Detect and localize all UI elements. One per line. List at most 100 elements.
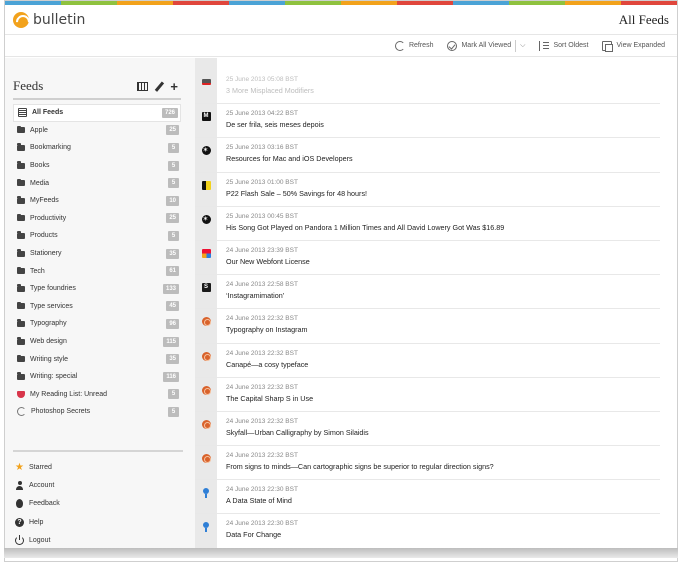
article-row[interactable]: 24 June 2013 22:32 BST The Capital Sharp …	[195, 377, 660, 412]
unread-count-badge: 61	[166, 266, 179, 277]
sidebar: Feeds + All Feeds 726 Apple 25 Bookmarki…	[5, 58, 195, 554]
feed-label: Bookmarking	[30, 144, 71, 152]
article-row[interactable]: 24 June 2013 22:32 BST From signs to mind…	[195, 446, 660, 481]
check-circle-icon	[447, 40, 458, 51]
sidebar-item-typography[interactable]: Typography 96	[13, 315, 181, 333]
feed-label: My Reading List: Unread	[30, 390, 108, 398]
article-row[interactable]: 24 June 2013 22:30 BST A Data State of Mi…	[195, 480, 660, 515]
article-title: ‘Instagramimation’	[226, 291, 285, 301]
nav-help[interactable]: ? Help	[13, 513, 181, 531]
sidebar-item-type-services[interactable]: Type services 45	[13, 298, 181, 316]
nav-label: Starred	[29, 463, 52, 471]
pin-source-icon	[203, 488, 209, 499]
article-date: 25 June 2013 04:22 BST	[226, 110, 298, 118]
folder-icon	[17, 161, 25, 169]
nav-feedback[interactable]: Feedback	[13, 495, 181, 513]
sort-oldest-button[interactable]: Sort Oldest	[539, 40, 589, 51]
unread-count-badge: 116	[163, 371, 179, 382]
feeds-title: Feeds	[13, 78, 44, 93]
article-row[interactable]: M 25 June 2013 04:22 BST De ser frila, se…	[195, 104, 660, 139]
help-icon: ?	[15, 517, 24, 527]
feed-label: Products	[30, 232, 58, 240]
unread-count-badge: 35	[166, 354, 179, 365]
unread-count-badge: 10	[166, 195, 179, 206]
sidebar-item-all-feeds[interactable]: All Feeds 726	[13, 104, 181, 122]
pencil-icon[interactable]	[154, 80, 164, 92]
article-title: Data For Change	[226, 530, 282, 540]
photoshop-secrets-icon	[17, 407, 26, 417]
type-source-icon	[201, 419, 211, 429]
sidebar-item-media[interactable]: Media 5	[13, 174, 181, 192]
sidebar-item-type-foundries[interactable]: Type foundries 133	[13, 280, 181, 298]
sidebar-item-apple[interactable]: Apple 25	[13, 122, 181, 140]
unread-count-badge: 25	[166, 125, 179, 136]
view-expanded-label: View Expanded	[616, 42, 665, 49]
type-source-icon	[201, 317, 211, 327]
sidebar-item-tech[interactable]: Tech 61	[13, 262, 181, 280]
sidebar-item-my-reading-list[interactable]: My Reading List: Unread 5	[13, 386, 181, 404]
folder-icon	[17, 213, 25, 222]
feed-label: Type foundries	[30, 285, 76, 293]
bottom-divider	[13, 450, 183, 452]
chevron-down-icon[interactable]: ⌵	[520, 42, 525, 50]
refresh-button[interactable]: Refresh	[394, 40, 434, 51]
article-row[interactable]: S 24 June 2013 22:58 BST ‘Instagramimatio…	[195, 275, 660, 310]
article-row[interactable]: 24 June 2013 22:32 BST Skyfall—Urban Call…	[195, 411, 660, 447]
unread-count-badge: 25	[166, 213, 179, 224]
logout-icon	[15, 535, 24, 546]
feed-label: Media	[30, 179, 50, 187]
refresh-label: Refresh	[408, 42, 434, 49]
mark-all-viewed-button[interactable]: Mark All Viewed ⌵	[447, 39, 525, 52]
article-title: P22 Flash Sale – 50% Savings for 48 hour…	[226, 188, 368, 198]
article-row[interactable]: 24 June 2013 22:32 BST Canapé—a cosy type…	[195, 343, 660, 378]
feed-label: MyFeeds	[30, 197, 59, 205]
s-source-icon: S	[201, 283, 211, 293]
view-expanded-button[interactable]: View Expanded	[602, 40, 665, 52]
folder-icon	[17, 196, 25, 204]
sidebar-item-photoshop-secrets[interactable]: Photoshop Secrets 5	[13, 403, 181, 421]
article-date: 24 June 2013 22:30 BST	[226, 520, 298, 528]
sidebar-item-myfeeds[interactable]: MyFeeds 10	[13, 192, 181, 210]
article-row[interactable]: 25 June 2013 05:08 BST 3 More Misplaced M…	[195, 70, 660, 105]
toolbar-separator	[515, 39, 517, 52]
sidebar-item-bookmarking[interactable]: Bookmarking 5	[13, 139, 181, 157]
sidebar-item-web-design[interactable]: Web design 115	[13, 333, 181, 351]
article-title: Our New Webfont License	[226, 256, 310, 266]
folder-icon	[17, 354, 25, 363]
sidebar-item-products[interactable]: Products 5	[13, 227, 181, 245]
sidebar-item-stationery[interactable]: Stationery 35	[13, 245, 181, 263]
folder-icon	[17, 143, 25, 151]
sidebar-item-writing-style[interactable]: Writing style 35	[13, 350, 181, 368]
sort-oldest-label: Sort Oldest	[553, 42, 589, 49]
article-row[interactable]: 25 June 2013 03:16 BST Resources for Mac …	[195, 138, 660, 173]
article-row[interactable]: 24 June 2013 23:39 BST Our New Webfont Li…	[195, 240, 660, 276]
sidebar-item-writing-special[interactable]: Writing: special 116	[13, 368, 181, 386]
nav-label: Help	[29, 518, 44, 526]
pin-source-icon	[203, 522, 209, 533]
sidebar-item-productivity[interactable]: Productivity 25	[13, 210, 181, 228]
article-row[interactable]: 25 June 2013 00:45 BST His Song Got Playe…	[195, 206, 660, 241]
unread-count-badge: 5	[168, 389, 179, 400]
article-row[interactable]: 24 June 2013 22:32 BST Typography on Inst…	[195, 309, 660, 344]
article-title: From signs to minds—Can cartographic sig…	[226, 462, 494, 472]
nav-starred[interactable]: ★ Starred	[13, 458, 181, 476]
unread-count-badge: 35	[166, 248, 179, 259]
wide-source-icon	[201, 79, 211, 85]
brand[interactable]: bulletin	[13, 11, 85, 28]
unread-count-badge: 5	[168, 142, 179, 153]
folder-icon	[17, 319, 25, 327]
article-date: 24 June 2013 22:32 BST	[226, 315, 298, 323]
article-row[interactable]: 25 June 2013 01:00 BST P22 Flash Sale – 5…	[195, 172, 660, 207]
nav-account[interactable]: Account	[13, 476, 181, 494]
app-window: bulletin All Feeds Refresh Mark All View…	[4, 0, 678, 562]
feed-label: Type services	[30, 302, 73, 310]
feed-label: Tech	[30, 267, 45, 275]
plus-icon[interactable]: +	[170, 80, 178, 93]
article-title: The Capital Sharp S in Use	[226, 393, 314, 403]
nav-label: Account	[29, 482, 55, 490]
sidebar-item-books[interactable]: Books 5	[13, 157, 181, 175]
folder-icon	[17, 284, 25, 292]
article-row[interactable]: 24 June 2013 22:30 BST Data For Change	[195, 514, 660, 549]
scrollbar[interactable]	[663, 58, 677, 554]
grid-view-icon[interactable]	[136, 81, 148, 91]
